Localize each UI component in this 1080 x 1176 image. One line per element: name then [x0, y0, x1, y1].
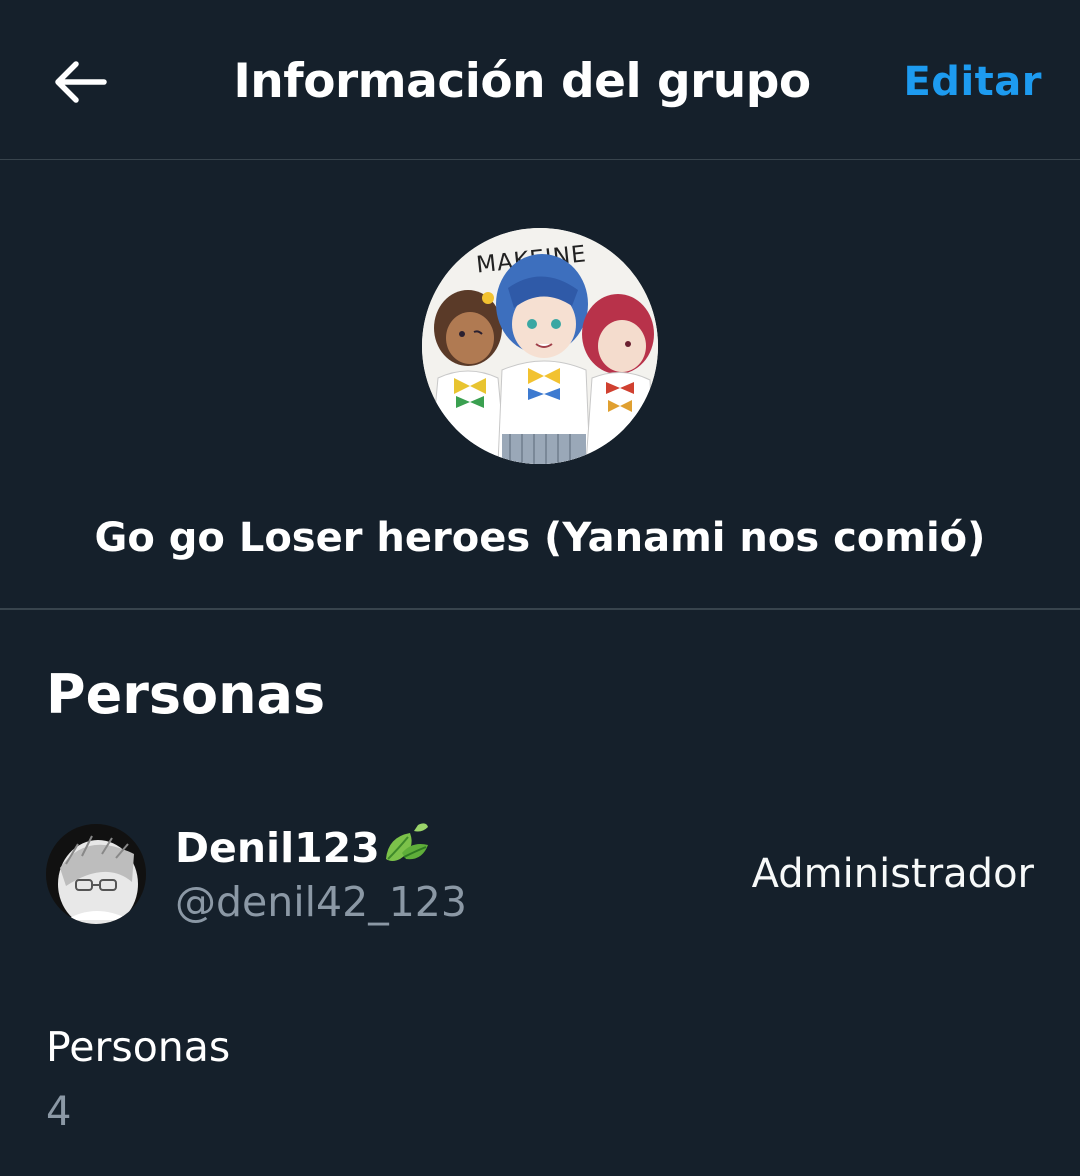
member-role: Administrador — [751, 851, 1034, 897]
member-avatar-image — [46, 824, 146, 924]
group-avatar[interactable]: MAKEINE — [422, 228, 658, 464]
leaf-icon — [385, 823, 428, 861]
group-name: Go go Loser heroes (Yanami nos comió) — [94, 515, 986, 561]
people-heading: Personas — [46, 663, 326, 726]
people-count-value: 4 — [46, 1089, 72, 1135]
member-row[interactable]: Denil123 @denil42_123 Administrador — [0, 810, 1080, 940]
top-bar: Información del grupo Editar — [0, 0, 1080, 160]
group-avatar-image: MAKEINE — [422, 228, 658, 464]
member-display-name: Denil123 — [175, 822, 432, 874]
member-handle: @denil42_123 — [175, 878, 467, 926]
group-info-screen: Información del grupo Editar MAKEINE — [0, 0, 1080, 1176]
group-summary: MAKEINE — [0, 160, 1080, 610]
edit-button[interactable]: Editar — [903, 56, 1042, 108]
people-count-label: Personas — [46, 1023, 231, 1071]
avatar[interactable] — [46, 824, 146, 924]
member-name-text: Denil123 — [175, 824, 380, 872]
